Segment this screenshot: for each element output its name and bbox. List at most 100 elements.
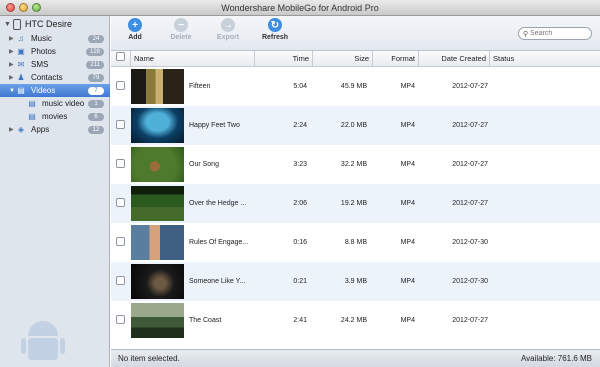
size-cell: 22.0 MB xyxy=(340,122,367,129)
name-cell: Someone Like Y... xyxy=(131,264,255,299)
refresh-button[interactable]: ↻ Refresh xyxy=(253,18,297,50)
column-header-status[interactable]: Status xyxy=(490,51,600,67)
sidebar-item-label: Apps xyxy=(31,125,50,134)
sidebar-item-movies[interactable]: ▶▤movies6 xyxy=(0,110,110,123)
disclosure-triangle-icon[interactable]: ▶ xyxy=(9,126,16,133)
row-checkbox[interactable] xyxy=(116,120,125,129)
device-name: HTC Desire xyxy=(25,19,73,29)
add-label: Add xyxy=(128,34,142,41)
add-icon: + xyxy=(128,18,142,32)
sidebar-item-sms[interactable]: ▶ ✉ SMS 211 xyxy=(0,58,110,71)
table-row[interactable]: Fifteen 5:04 45.9 MB MP4 2012-07-27 xyxy=(111,67,600,106)
toolbar: + Add − Delete → Export ↻ Refresh ⚲ xyxy=(111,16,600,51)
contacts-icon: ♟ xyxy=(17,73,25,82)
disclosure-triangle-icon[interactable]: ▼ xyxy=(4,21,13,28)
count-badge: 12 xyxy=(88,125,104,134)
search-box[interactable]: ⚲ xyxy=(518,27,592,40)
disclosure-triangle-icon[interactable]: ▶ xyxy=(9,48,16,55)
row-checkbox[interactable] xyxy=(116,159,125,168)
format-cell: MP4 xyxy=(400,83,415,90)
name-cell: The Coast xyxy=(131,303,255,338)
search-input[interactable] xyxy=(530,30,591,37)
title-bar: Wondershare MobileGo for Android Pro xyxy=(0,0,600,16)
date-cell: 2012-07-27 xyxy=(452,83,488,90)
row-checkbox[interactable] xyxy=(116,237,125,246)
add-button[interactable]: + Add xyxy=(113,18,157,50)
sms-icon: ✉ xyxy=(17,60,25,69)
delete-button[interactable]: − Delete xyxy=(159,18,203,50)
row-checkbox-cell xyxy=(111,81,131,92)
disclosure-triangle-icon[interactable]: ▶ xyxy=(9,35,16,42)
video-thumbnail xyxy=(131,147,184,182)
time-cell: 2:41 xyxy=(293,317,307,324)
column-header-name[interactable]: Name xyxy=(131,51,255,67)
table-row[interactable]: Someone Like Y... 0:21 3.9 MB MP4 2012-07-30 xyxy=(111,262,600,301)
table-row[interactable]: Rules Of Engage... 0:16 8.8 MB MP4 2012-07-3… xyxy=(111,223,600,262)
date-cell: 2012-07-30 xyxy=(452,278,488,285)
sidebar-item-apps[interactable]: ▶ ◈ Apps 12 xyxy=(0,123,110,136)
photo-icon: ▣ xyxy=(17,47,25,56)
video-name: Rules Of Engage... xyxy=(189,239,249,246)
sidebar-item-music[interactable]: ▶ ♫ Music 24 xyxy=(0,32,110,45)
device-node[interactable]: ▼ HTC Desire xyxy=(4,16,108,32)
name-cell: Over the Hedge ... xyxy=(131,186,255,221)
video-name: Someone Like Y... xyxy=(189,278,246,285)
sidebar-item-videos[interactable]: ▼ ▤ Videos 7 xyxy=(0,84,110,97)
sidebar-item-contacts[interactable]: ▶ ♟ Contacts 79 xyxy=(0,71,110,84)
sidebar-item-photos[interactable]: ▶ ▣ Photos 128 xyxy=(0,45,110,58)
film-icon: ▤ xyxy=(17,86,25,95)
format-cell: MP4 xyxy=(400,317,415,324)
table-row[interactable]: Happy Feet Two 2:24 22.0 MB MP4 2012-07-27 xyxy=(111,106,600,145)
video-thumbnail xyxy=(131,69,184,104)
row-checkbox-cell xyxy=(111,120,131,131)
apps-icon: ◈ xyxy=(17,125,25,134)
size-cell: 3.9 MB xyxy=(344,278,367,285)
count-badge: 24 xyxy=(88,34,104,43)
row-checkbox-cell xyxy=(111,159,131,170)
format-cell: MP4 xyxy=(400,239,415,246)
row-checkbox[interactable] xyxy=(116,81,125,90)
music-note-icon: ♫ xyxy=(18,34,24,43)
size-cell: 19.2 MB xyxy=(340,200,367,207)
table-row[interactable]: Our Song 3:23 32.2 MB MP4 2012-07-27 xyxy=(111,145,600,184)
export-button[interactable]: → Export xyxy=(206,18,250,50)
table-row[interactable]: The Coast 2:41 24.2 MB MP4 2012-07-27 xyxy=(111,301,600,340)
name-cell: Rules Of Engage... xyxy=(131,225,255,260)
column-header-date[interactable]: Date Created xyxy=(419,51,490,67)
row-checkbox[interactable] xyxy=(116,276,125,285)
row-checkbox[interactable] xyxy=(116,198,125,207)
row-checkbox-cell xyxy=(111,237,131,248)
format-cell: MP4 xyxy=(400,278,415,285)
format-cell: MP4 xyxy=(400,200,415,207)
disclosure-triangle-icon[interactable]: ▶ xyxy=(9,74,16,81)
size-cell: 8.8 MB xyxy=(344,239,367,246)
date-cell: 2012-07-27 xyxy=(452,200,488,207)
sidebar-item-label: SMS xyxy=(31,60,49,69)
table-header: Name Time Size Format Date Created Statu… xyxy=(111,51,600,67)
refresh-icon: ↻ xyxy=(268,18,282,32)
count-badge: 128 xyxy=(85,47,104,56)
available-space: Available: 761.6 MB xyxy=(520,354,592,363)
time-cell: 3:23 xyxy=(293,161,307,168)
sidebar-item-label: movies xyxy=(42,112,68,121)
column-header-time[interactable]: Time xyxy=(255,51,313,67)
time-cell: 2:24 xyxy=(293,122,307,129)
video-name: Happy Feet Two xyxy=(189,122,240,129)
search-icon: ⚲ xyxy=(523,30,529,38)
select-all-checkbox[interactable] xyxy=(116,51,125,61)
disclosure-triangle-icon[interactable]: ▶ xyxy=(9,61,16,68)
row-checkbox[interactable] xyxy=(116,315,125,324)
sidebar-item-music-video[interactable]: ▶▤music video1 xyxy=(0,97,110,110)
video-name: The Coast xyxy=(189,317,222,324)
table-row[interactable]: Over the Hedge ... 2:06 19.2 MB MP4 2012-07-… xyxy=(111,184,600,223)
format-cell: MP4 xyxy=(400,122,415,129)
video-thumbnail xyxy=(131,303,184,338)
count-badge: 7 xyxy=(88,86,104,95)
disclosure-triangle-icon[interactable]: ▼ xyxy=(9,88,16,94)
column-header-format[interactable]: Format xyxy=(373,51,419,67)
window-title: Wondershare MobileGo for Android Pro xyxy=(221,3,379,13)
column-header-size[interactable]: Size xyxy=(313,51,373,67)
video-name: Our Song xyxy=(189,161,219,168)
count-badge: 211 xyxy=(86,60,104,69)
count-badge: 79 xyxy=(88,73,104,82)
